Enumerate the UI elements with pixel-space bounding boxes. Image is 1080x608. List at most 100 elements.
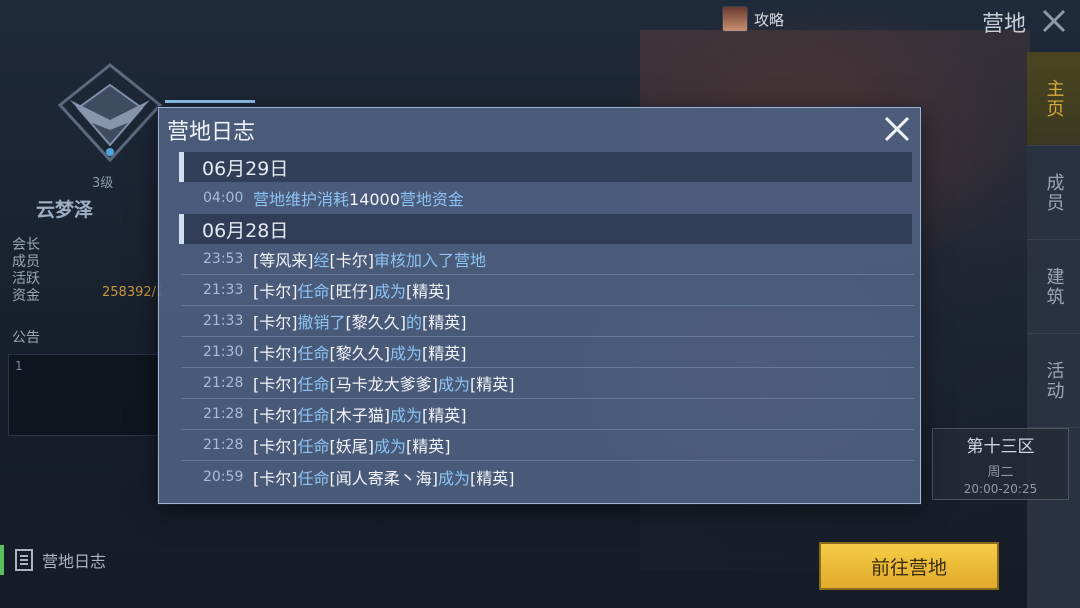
zone-name: 第十三区 — [966, 437, 1035, 457]
close-icon[interactable] — [1040, 7, 1068, 35]
log-message-part: 任命 — [297, 344, 330, 363]
camp-name: 云梦泽 — [36, 199, 94, 221]
log-message-part: 成为 — [438, 375, 471, 394]
close-icon[interactable] — [883, 115, 911, 143]
log-message-part: 任命 — [297, 375, 330, 394]
document-icon — [14, 548, 34, 572]
camp-log-dialog: 营地日志 06月29日 04:00 营地维护消耗14000营地资金 06月28日 … — [158, 107, 921, 504]
log-message-part: 任命 — [297, 468, 330, 488]
date-label: 06月28日 — [202, 219, 289, 242]
log-message-part: [精英] — [422, 344, 467, 363]
log-message-part: 成为 — [374, 282, 407, 301]
log-message-part: 营地资金 — [399, 189, 464, 209]
log-message-part: [精英] — [406, 437, 451, 456]
right-tab-bar: 主页 成员 建筑 活动 — [1027, 52, 1080, 608]
log-entry: 21:28 [卡尔]任命[马卡龙大爹爹]成为[精英] — [181, 368, 914, 399]
log-message-part: 成为 — [390, 344, 423, 363]
log-message: [卡尔]任命[妖尾]成为[精英] — [253, 433, 451, 457]
log-message-part: 任命 — [297, 437, 330, 456]
strategy-label: 攻略 — [754, 10, 785, 29]
log-message-part: [卡尔] — [253, 468, 298, 488]
tab-events[interactable]: 活动 — [1027, 334, 1080, 428]
funds-value: 258392/1 — [102, 285, 165, 300]
log-message-part: 成为 — [438, 468, 471, 488]
log-message-part: [卡尔] — [253, 406, 298, 425]
log-message: [卡尔]撤销了[黎久久]的[精英] — [253, 309, 467, 333]
tab-buildings[interactable]: 建筑 — [1027, 240, 1080, 334]
zone-time: 20:00-20:25 — [963, 482, 1038, 496]
log-message-part: [卡尔] — [253, 282, 298, 301]
log-message-part: [卡尔] — [329, 251, 375, 270]
log-message-part: 任命 — [297, 406, 330, 425]
zone-card[interactable]: 第十三区 周二 20:00-20:25 — [932, 428, 1069, 500]
log-message-part: 成为 — [390, 406, 423, 425]
log-message-part: [马卡龙大爹爹] — [329, 375, 439, 394]
camp-emblem-icon — [50, 60, 170, 170]
log-entry: 23:53 [等风来]经[卡尔]审核加入了营地 — [181, 244, 914, 275]
log-message: [卡尔]任命[马卡龙大爹爹]成为[精英] — [253, 371, 515, 395]
zone-day: 周二 — [987, 465, 1014, 480]
log-message-part: [木子猫] — [329, 406, 391, 425]
log-message-part: [卡尔] — [253, 344, 298, 363]
avatar — [722, 6, 748, 32]
date-marker — [179, 152, 184, 182]
log-entry: 04:00 营地维护消耗14000营地资金 — [181, 182, 914, 213]
log-time: 23:53 — [203, 251, 244, 267]
log-message-part: [妖尾] — [329, 437, 375, 456]
log-time: 21:28 — [203, 437, 244, 453]
tab-home[interactable]: 主页 — [1027, 52, 1080, 146]
log-message-part: 审核加入了营地 — [374, 251, 487, 270]
log-message-part: 的 — [406, 313, 423, 332]
notice-text[interactable]: 1 — [8, 354, 163, 436]
log-entry: 21:28 [卡尔]任命[木子猫]成为[精英] — [181, 399, 914, 430]
log-message-part: 14000 — [349, 189, 400, 209]
camp-log-link[interactable]: 营地日志 — [0, 545, 106, 575]
log-message: [卡尔]任命[木子猫]成为[精英] — [253, 402, 467, 426]
date-marker — [179, 214, 184, 244]
log-message-part: [精英] — [470, 375, 515, 394]
log-message-part: [黎久久] — [345, 313, 407, 332]
log-message-part: [闻人寄柔丶海] — [329, 468, 439, 488]
log-message-part: [等风来] — [253, 251, 314, 270]
tab-buildings-label: 建筑 — [1043, 266, 1065, 307]
log-entry: 21:33 [卡尔]任命[旺仔]成为[精英] — [181, 275, 914, 306]
log-entry: 21:28 [卡尔]任命[妖尾]成为[精英] — [181, 430, 914, 461]
log-message: [等风来]经[卡尔]审核加入了营地 — [253, 247, 486, 271]
log-message-part: [精英] — [470, 468, 515, 488]
log-message-part: 经 — [313, 251, 330, 270]
log-message-part: [精英] — [406, 282, 451, 301]
goto-camp-button[interactable]: 前往营地 — [819, 542, 999, 590]
log-message-part: [卡尔] — [253, 437, 298, 456]
log-message: [卡尔]任命[黎久久]成为[精英] — [253, 340, 467, 364]
log-message-part: [卡尔] — [253, 375, 298, 394]
log-message-part: 任命 — [297, 282, 330, 301]
strategy-link[interactable]: 攻略 — [722, 6, 784, 32]
log-entry: 20:59 [卡尔]任命[闻人寄柔丶海]成为[精英] — [181, 461, 914, 492]
log-message-part: 营地维护消耗 — [253, 189, 350, 209]
log-message-part: [精英] — [422, 406, 467, 425]
log-time: 21:33 — [203, 282, 244, 298]
log-message-part: 成为 — [374, 437, 407, 456]
dialog-title: 营地日志 — [167, 120, 256, 145]
log-message-part: [卡尔] — [253, 313, 298, 332]
log-time: 04:00 — [203, 189, 244, 206]
log-message: [卡尔]任命[闻人寄柔丶海]成为[精英] — [253, 465, 515, 489]
log-entry: 21:33 [卡尔]撤销了[黎久久]的[精英] — [181, 306, 914, 337]
date-header: 06月29日 — [179, 152, 912, 182]
log-message: [卡尔]任命[旺仔]成为[精英] — [253, 278, 451, 302]
tab-events-label: 活动 — [1043, 360, 1065, 401]
log-time: 21:28 — [203, 406, 244, 422]
log-entry: 21:30 [卡尔]任命[黎久久]成为[精英] — [181, 337, 914, 368]
tab-members-label: 成员 — [1043, 172, 1065, 213]
camp-level: 3级 — [92, 176, 114, 191]
tab-members[interactable]: 成员 — [1027, 146, 1080, 240]
log-message-part: 撤销了 — [297, 313, 346, 332]
tab-home-label: 主页 — [1043, 78, 1065, 119]
camp-log-label: 营地日志 — [42, 552, 107, 571]
active-indicator — [0, 545, 4, 575]
log-message-part: [旺仔] — [329, 282, 375, 301]
page-title: 营地 — [982, 12, 1027, 37]
notice-label: 公告 — [12, 330, 40, 346]
camp-info-panel: 3级 云梦泽 会长 成员 活跃 资金 258392/1 公告 1 — [0, 40, 170, 600]
log-time: 20:59 — [203, 468, 244, 485]
